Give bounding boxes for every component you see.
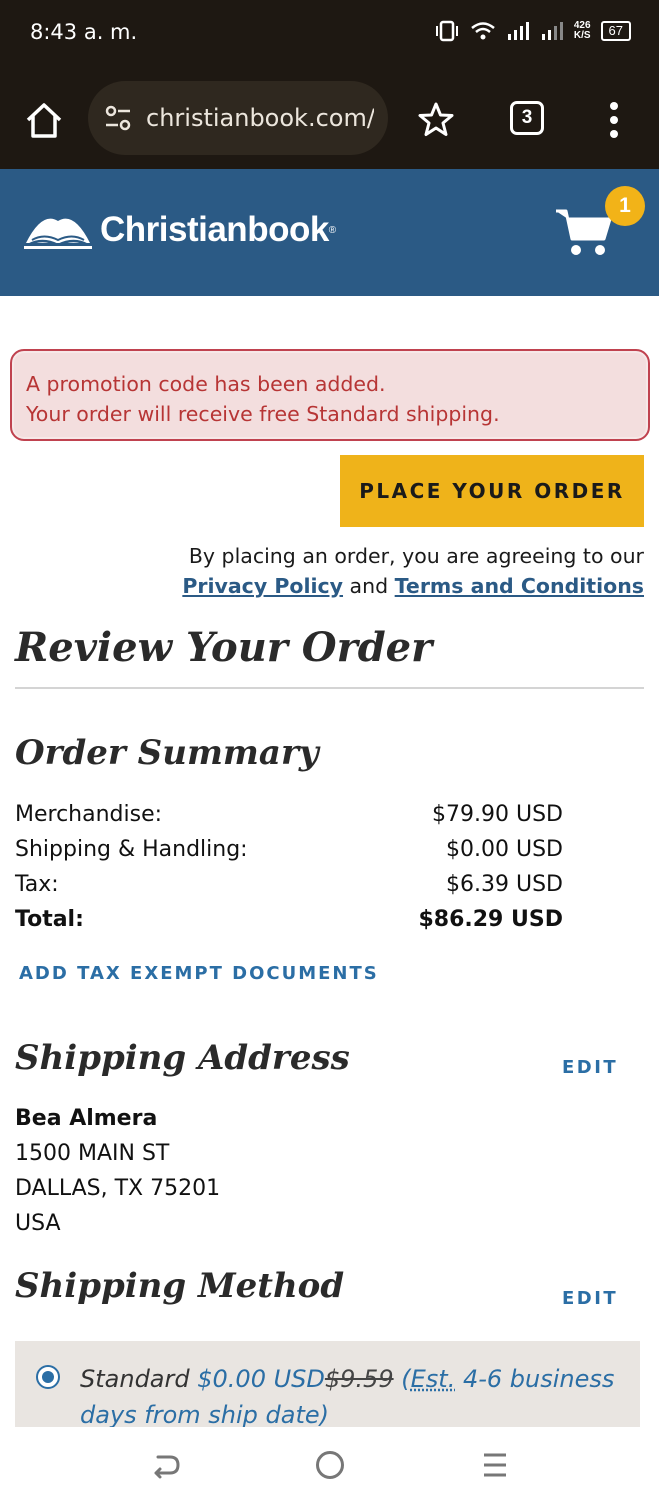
- net-speed-unit: K/S: [573, 30, 591, 41]
- vibrate-icon: [435, 20, 458, 42]
- cart-count-badge: 1: [605, 186, 645, 226]
- net-speed: 426 K/S: [574, 21, 591, 41]
- overflow-menu-icon[interactable]: [600, 98, 628, 142]
- order-summary-title: Order Summary: [15, 733, 319, 773]
- back-icon[interactable]: [150, 1449, 182, 1481]
- summary-value: $0.00 USD: [446, 837, 563, 862]
- page-title: Review Your Order: [15, 624, 433, 671]
- summary-row-merchandise: Merchandise: $79.90 USD: [15, 797, 563, 832]
- promo-message-line1: A promotion code has been added.: [26, 372, 386, 396]
- est-abbr: Est.: [410, 1365, 456, 1393]
- shopping-cart-icon[interactable]: [554, 205, 614, 259]
- site-header: Christianbook ®: [0, 169, 659, 296]
- address-street: 1500 MAIN ST: [15, 1141, 170, 1166]
- agreement-and: and: [349, 574, 389, 598]
- promotion-alert: A promotion code has been added. Your or…: [10, 349, 650, 441]
- agreement-text: By placing an order, you are agreeing to…: [188, 544, 644, 568]
- bookmark-star-icon[interactable]: [414, 98, 458, 142]
- url-text: christianbook.com/a: [146, 104, 374, 132]
- home-icon[interactable]: [22, 98, 66, 142]
- order-summary-table: Merchandise: $79.90 USD Shipping & Handl…: [15, 797, 563, 937]
- summary-value: $86.29 USD: [418, 907, 563, 932]
- method-name: Standard: [80, 1365, 190, 1393]
- shipping-method-title: Shipping Method: [15, 1266, 345, 1306]
- shipping-method-radio[interactable]: [36, 1365, 60, 1389]
- place-order-button[interactable]: PLACE YOUR ORDER: [340, 455, 644, 527]
- radio-selected-dot: [42, 1371, 54, 1383]
- status-bar: 8:43 a. m. 426 K/S 67: [0, 0, 659, 68]
- summary-value: $6.39 USD: [446, 872, 563, 897]
- browser-toolbar: christianbook.com/a 3: [0, 68, 659, 169]
- agreement-links: Privacy Policy and Terms and Conditions: [182, 571, 644, 601]
- privacy-policy-link[interactable]: Privacy Policy: [182, 574, 343, 598]
- home-nav-icon[interactable]: [316, 1451, 344, 1479]
- summary-label: Tax:: [15, 872, 59, 897]
- summary-row-total: Total: $86.29 USD: [15, 902, 563, 937]
- site-settings-icon[interactable]: [102, 102, 134, 134]
- edit-shipping-method-link[interactable]: EDIT: [562, 1288, 618, 1309]
- address-bar[interactable]: christianbook.com/a: [88, 81, 388, 155]
- battery-indicator: 67: [600, 21, 631, 41]
- shipping-address-title: Shipping Address: [15, 1038, 350, 1078]
- edit-shipping-address-link[interactable]: EDIT: [562, 1057, 618, 1078]
- method-price: $0.00 USD: [197, 1365, 325, 1393]
- summary-value: $79.90 USD: [432, 802, 563, 827]
- recipient-name: Bea Almera: [15, 1106, 158, 1131]
- terms-conditions-link[interactable]: Terms and Conditions: [395, 574, 644, 598]
- summary-label: Total:: [15, 907, 84, 932]
- promo-message-line2: Your order will receive free Standard sh…: [26, 402, 500, 426]
- signal-icon-2: [541, 22, 563, 40]
- title-divider: [15, 687, 644, 689]
- est-open: (: [401, 1365, 411, 1393]
- shipping-method-option[interactable]: Standard $0.00 USD$9.59 (Est. 4-6 busine…: [15, 1341, 640, 1427]
- summary-label: Merchandise:: [15, 802, 163, 827]
- method-old-price: $9.59: [324, 1365, 394, 1393]
- signal-icon: [507, 22, 529, 40]
- wifi-icon: [471, 22, 495, 40]
- summary-row-tax: Tax: $6.39 USD: [15, 867, 563, 902]
- address-country: USA: [15, 1211, 61, 1236]
- summary-label: Shipping & Handling:: [15, 837, 248, 862]
- registered-mark: ®: [328, 224, 337, 236]
- logo-text: Christianbook: [100, 210, 329, 249]
- status-time: 8:43 a. m.: [30, 20, 138, 44]
- address-city-state-zip: DALLAS, TX 75201: [15, 1176, 221, 1201]
- summary-row-shipping: Shipping & Handling: $0.00 USD: [15, 832, 563, 867]
- recents-icon[interactable]: [482, 1451, 508, 1479]
- shipping-address-block: Bea Almera 1500 MAIN ST DALLAS, TX 75201…: [15, 1101, 220, 1241]
- open-book-logo-icon: [24, 218, 92, 249]
- order-agreement: By placing an order, you are agreeing to…: [182, 541, 644, 601]
- christianbook-logo[interactable]: Christianbook ®: [22, 209, 336, 251]
- tab-switcher-button[interactable]: 3: [510, 101, 544, 135]
- shipping-method-text: Standard $0.00 USD$9.59 (Est. 4-6 busine…: [80, 1361, 635, 1427]
- add-tax-exempt-documents-link[interactable]: ADD TAX EXEMPT DOCUMENTS: [19, 963, 379, 984]
- system-nav-bar: [0, 1427, 659, 1500]
- status-icons: 426 K/S 67: [434, 20, 631, 42]
